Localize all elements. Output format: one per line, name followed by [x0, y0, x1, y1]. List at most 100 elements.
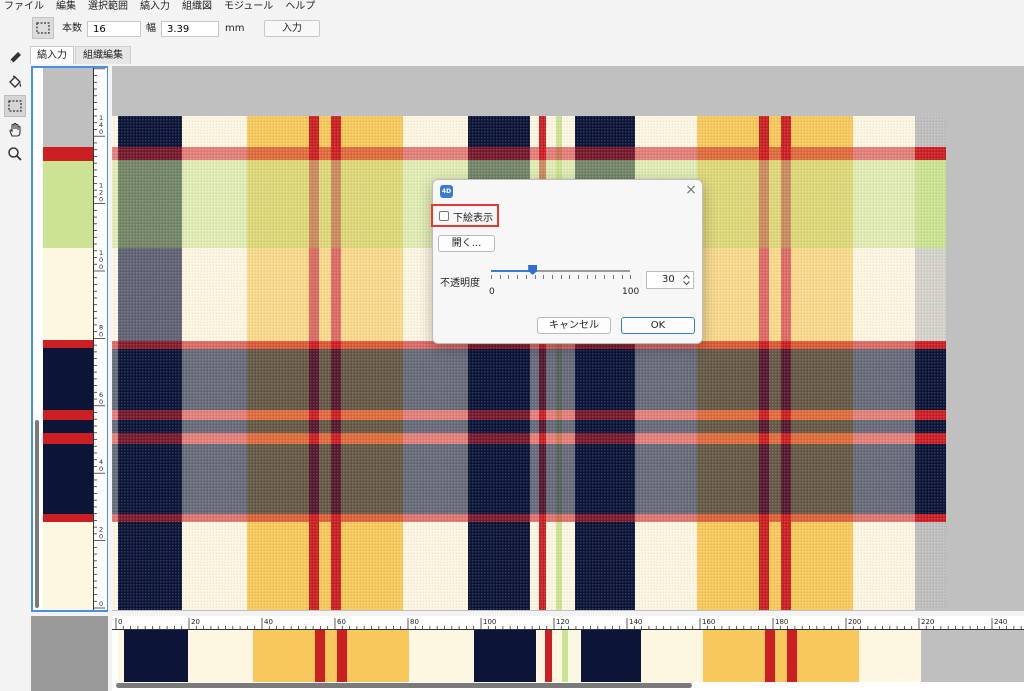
- slider-tick: [569, 275, 571, 279]
- menu-item[interactable]: 編集: [56, 0, 76, 14]
- preview-stripe: [859, 630, 921, 682]
- pencil-tool[interactable]: [4, 47, 26, 69]
- ruler-label: 40: [264, 618, 273, 626]
- menu-item[interactable]: モジュール: [224, 0, 273, 14]
- preview-stripe: [787, 630, 797, 682]
- tab-label: 組織編集: [83, 50, 123, 61]
- selection-mode-button[interactable]: [32, 17, 54, 39]
- hand-tool[interactable]: [4, 119, 26, 141]
- slider-tick: [508, 275, 510, 279]
- preview-stripe: [337, 630, 347, 682]
- tab-weave-edit[interactable]: 組織編集: [75, 46, 131, 64]
- enter-button[interactable]: 入力: [264, 20, 320, 37]
- ruler-label: 240: [994, 618, 1007, 626]
- unit-label: mm: [225, 23, 245, 34]
- preview-stripe: [552, 630, 562, 682]
- preview-stripe: [188, 630, 253, 682]
- ruler-label: 160: [702, 618, 715, 626]
- slider-ticks: [491, 275, 632, 279]
- horizontal-ruler: 0 20 40 60 80 100 120 140 160 180 200 220 240: [112, 616, 1024, 630]
- underlay-checkbox-label: 下絵表示: [453, 213, 493, 224]
- slider-thumb[interactable]: [528, 265, 538, 275]
- pencil-icon: [10, 52, 21, 63]
- width-input[interactable]: [161, 21, 219, 37]
- slider-tick: [586, 275, 588, 279]
- ok-button[interactable]: OK: [621, 317, 695, 334]
- preview-stripe: [703, 630, 765, 682]
- ruler-label: 40: [99, 458, 103, 473]
- ruler-label: 100: [99, 249, 103, 271]
- vertical-scrollbar[interactable]: [35, 420, 39, 608]
- app-icon: 4D: [440, 185, 453, 198]
- ruler-label: 140: [99, 114, 103, 136]
- ruler-label: 180: [775, 618, 788, 626]
- preview-stripe: [545, 630, 552, 682]
- menu-item[interactable]: 選択範囲: [88, 0, 128, 14]
- ruler-label: 80: [410, 618, 419, 626]
- toolbar: 本数 幅 mm 入力: [0, 16, 1024, 44]
- underlay-dialog: 4D × 下絵表示 開く... 不透明度 0 100 30 キャンセル OK: [431, 179, 703, 344]
- ruler-label: 0: [118, 618, 122, 626]
- slider-tick: [604, 275, 606, 279]
- preview-stripe: [581, 630, 641, 682]
- preview-stripe: [775, 630, 787, 682]
- menu-item[interactable]: ファイル: [4, 0, 44, 14]
- slider-tick: [534, 275, 536, 279]
- preview-stripe: [474, 630, 536, 682]
- ruler-label: 60: [99, 391, 103, 406]
- preview-stripe: [118, 630, 124, 682]
- tab-stripe-input[interactable]: 縞入力: [30, 46, 74, 64]
- menu-item[interactable]: ヘルプ: [285, 0, 315, 14]
- ruler-label: 100: [483, 618, 496, 626]
- close-icon[interactable]: ×: [684, 182, 698, 198]
- slider-tick: [491, 275, 492, 279]
- ruler-label: 200: [848, 618, 861, 626]
- slider-fill: [491, 270, 533, 272]
- preview-stripe: [568, 630, 581, 682]
- rect-select-icon: [36, 22, 50, 34]
- preview-stripe: [536, 630, 545, 682]
- slider-tick: [525, 275, 527, 279]
- rect-select-tool[interactable]: [4, 95, 26, 117]
- menu-item[interactable]: 組織図: [182, 0, 212, 14]
- count-label: 本数: [62, 23, 82, 34]
- vertical-ruler: 1 4 0 1 2 0 1 0 0 8 0 6 0 4 0 2 0 0: [93, 68, 107, 610]
- slider-tick: [543, 275, 545, 279]
- slider-tick: [551, 275, 553, 279]
- menu-item[interactable]: 縞入力: [140, 0, 170, 14]
- underlay-checkbox[interactable]: [439, 211, 449, 221]
- preview-stripe: [797, 630, 859, 682]
- vertical-preview: [43, 68, 93, 610]
- preview-stripe: [325, 630, 337, 682]
- slider-tick: [560, 275, 562, 279]
- paint-bucket-tool[interactable]: [4, 71, 26, 93]
- ruler-label: 80: [99, 323, 103, 338]
- preview-stripe: [409, 630, 474, 682]
- ruler-label: 120: [556, 618, 569, 626]
- cancel-button[interactable]: キャンセル: [537, 317, 611, 334]
- spinner-arrows-icon[interactable]: [682, 274, 691, 286]
- horizontal-scrollbar[interactable]: [116, 683, 692, 688]
- open-button[interactable]: 開く...: [438, 235, 495, 252]
- slider-tick: [630, 275, 632, 279]
- preview-stripe: [641, 630, 703, 682]
- preview-stripe: [315, 630, 325, 682]
- horizontal-preview: [118, 630, 1024, 682]
- width-label: 幅: [146, 23, 156, 34]
- preview-stripe: [124, 630, 188, 682]
- tab-label: 縞入力: [37, 50, 67, 61]
- zoom-tool[interactable]: [4, 143, 26, 165]
- slider-tick: [621, 275, 623, 279]
- count-input[interactable]: [87, 21, 141, 37]
- opacity-spinbox[interactable]: 30: [646, 271, 694, 289]
- corner-swatch: [31, 616, 108, 691]
- slider-tick: [578, 275, 579, 279]
- slider-tick: [595, 275, 597, 279]
- paint-bucket-icon: [9, 75, 22, 88]
- preview-stripe: [765, 630, 775, 682]
- ruler-label: 220: [921, 618, 934, 626]
- slider-max-label: 100: [622, 287, 640, 297]
- ruler-label: 0: [99, 600, 103, 608]
- opacity-label: 不透明度: [440, 278, 480, 289]
- opacity-slider[interactable]: [491, 264, 632, 280]
